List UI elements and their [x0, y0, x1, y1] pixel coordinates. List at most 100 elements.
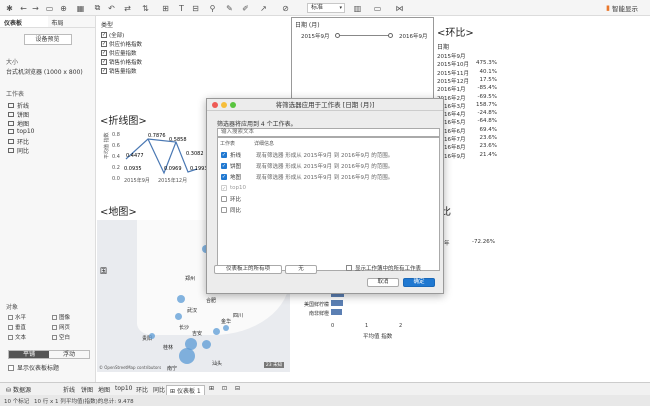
checkbox[interactable]: [346, 265, 352, 271]
type-filter-item[interactable]: ✓ 销售价格指数: [101, 58, 142, 66]
sheet-checkbox[interactable]: ✓: [221, 184, 227, 192]
forward-icon[interactable]: →: [30, 3, 41, 13]
sheet-checkbox[interactable]: ✓: [221, 162, 227, 169]
minimize-icon[interactable]: [221, 102, 227, 108]
new-sheet-tab-icon[interactable]: ⊞: [206, 385, 217, 392]
map-dot[interactable]: [213, 328, 220, 335]
type-filter-item[interactable]: ✓ (全部): [101, 31, 124, 39]
object-image[interactable]: 图像: [52, 313, 70, 321]
labels-icon[interactable]: T: [176, 3, 187, 13]
bar[interactable]: [331, 309, 342, 315]
tab-sheet[interactable]: 地图: [95, 385, 113, 394]
ok-button[interactable]: 确定: [403, 278, 435, 287]
tab-datasource[interactable]: ⛁ 数据源: [3, 385, 34, 394]
sheet-item[interactable]: 环比: [8, 137, 29, 146]
sheet-item[interactable]: 饼图: [8, 110, 29, 119]
type-filter-item[interactable]: ✓ 供应量指数: [101, 49, 137, 57]
pen-icon[interactable]: ✐: [240, 3, 251, 13]
close-icon[interactable]: [212, 102, 218, 108]
tab-layout[interactable]: 布局: [48, 16, 96, 27]
sheet-checkbox[interactable]: ✓: [221, 173, 227, 180]
unknown-badge[interactable]: 23 未知: [263, 362, 284, 368]
date-filter-title: 日期 (月): [295, 22, 320, 29]
sheet-row[interactable]: ✓ 折线 现有筛选器 形成从 2015年9月 到 2016年9月 的范围。: [218, 149, 439, 160]
map-dot[interactable]: [223, 325, 229, 331]
object-webpage[interactable]: 网页: [52, 323, 70, 331]
bar[interactable]: [331, 300, 343, 306]
map-dot[interactable]: [177, 295, 185, 303]
sheet-checkbox[interactable]: [221, 195, 227, 202]
add-datasource-icon[interactable]: ⊕: [58, 3, 69, 13]
back-icon[interactable]: ←: [18, 3, 29, 13]
sheet-name: top10: [230, 184, 247, 191]
cancel-button[interactable]: 取消: [367, 278, 399, 287]
map-dot[interactable]: [202, 340, 211, 349]
duplicate-icon[interactable]: ⧉: [92, 3, 103, 13]
share-icon[interactable]: ⋈: [394, 3, 405, 13]
show-title-checkbox[interactable]: 显示仪表板标题: [8, 363, 59, 372]
save-icon[interactable]: ▭: [44, 3, 55, 13]
object-vertical[interactable]: 垂直: [8, 323, 26, 331]
search-input[interactable]: 输入搜索文本: [217, 128, 440, 137]
smart-show-button[interactable]: ▮ 智能显示: [606, 3, 638, 13]
size-select[interactable]: 台式机浏览器 (1000 x 800): [6, 67, 83, 76]
tab-dashboard[interactable]: 仪表板: [0, 16, 48, 27]
ring-value: -69.5%: [477, 93, 497, 100]
sheet-row[interactable]: ✓ top10: [218, 182, 439, 193]
annotate-icon[interactable]: ↗: [258, 3, 269, 13]
sheet-checkbox[interactable]: [221, 206, 227, 213]
sheet-row[interactable]: ✓ 地图 现有筛选器 形成从 2015年9月 到 2016年9月 的范围。: [218, 171, 439, 182]
group-icon[interactable]: ⊞: [160, 3, 171, 13]
tab-sheet[interactable]: 环比: [133, 385, 151, 394]
size-label: 大小: [6, 59, 19, 66]
highlight-icon[interactable]: ✎: [224, 3, 235, 13]
object-text[interactable]: 文本: [8, 333, 26, 341]
none-button[interactable]: 无: [285, 265, 317, 274]
tab-sheet[interactable]: 饼图: [78, 385, 96, 394]
tiled-button[interactable]: 平铺: [9, 351, 49, 358]
floating-button[interactable]: 浮动: [49, 351, 89, 358]
device-preview-button[interactable]: 设备预览: [23, 34, 72, 45]
slider-handle-end[interactable]: [388, 33, 393, 38]
map-dot[interactable]: [175, 313, 182, 320]
all-on-dashboard-button[interactable]: 仪表板上的所有项: [214, 265, 282, 274]
map-dot[interactable]: [149, 333, 155, 339]
sheet-row[interactable]: 同比: [218, 204, 439, 215]
new-sheet-icon[interactable]: ▦: [75, 3, 86, 13]
chart-icon[interactable]: ▥: [352, 3, 363, 13]
slider-handle-start[interactable]: [335, 33, 340, 38]
map-title: <地图>: [100, 207, 137, 218]
swap-icon[interactable]: ⇄: [122, 3, 133, 13]
map-dot[interactable]: [179, 348, 195, 364]
show-all-sheets-checkbox[interactable]: 显示工作簿中的所有工作表: [346, 264, 421, 272]
col-sheet-header: 工作表: [220, 141, 236, 147]
sheet-item[interactable]: 同比: [8, 146, 29, 155]
type-filter-item[interactable]: ✓ 销售量指数: [101, 67, 137, 75]
sheet-row[interactable]: ✓ 饼图 现有筛选器 形成从 2015年9月 到 2016年9月 的范围。: [218, 160, 439, 171]
sort-icon[interactable]: ⇅: [140, 3, 151, 13]
new-story-tab-icon[interactable]: ⊟: [232, 385, 243, 392]
paperclip-icon[interactable]: ⊘: [280, 3, 291, 13]
tab-sheet[interactable]: top10: [112, 385, 135, 392]
sheet-item[interactable]: 折线: [8, 101, 29, 110]
date-slider[interactable]: [335, 33, 393, 38]
sheet-row[interactable]: 环比: [218, 193, 439, 204]
tableau-logo-icon[interactable]: ✱: [4, 3, 15, 13]
object-blank[interactable]: 空白: [52, 333, 70, 341]
sheet-item[interactable]: 地图: [8, 119, 29, 128]
zoom-select[interactable]: 标准 ▾: [307, 3, 345, 13]
maximize-icon[interactable]: [230, 102, 236, 108]
new-dashboard-tab-icon[interactable]: ⊡: [219, 385, 230, 392]
undo-icon[interactable]: ↶: [106, 3, 117, 13]
sheet-item[interactable]: top10: [8, 128, 34, 135]
tab-dashboard-1[interactable]: ⊞ 仪表板 1: [166, 385, 205, 395]
type-filter-item[interactable]: ✓ 供应价格指数: [101, 40, 142, 48]
checkbox[interactable]: [8, 364, 14, 371]
object-horizontal[interactable]: 水平: [8, 313, 26, 321]
present-icon[interactable]: ▭: [372, 3, 383, 13]
sheet-icon: [8, 148, 14, 153]
pin-icon[interactable]: ⚲: [207, 3, 218, 13]
tab-sheet[interactable]: 折线: [60, 385, 78, 394]
sheet-checkbox[interactable]: ✓: [221, 151, 227, 158]
fix-axes-icon[interactable]: ⊟: [190, 3, 201, 13]
